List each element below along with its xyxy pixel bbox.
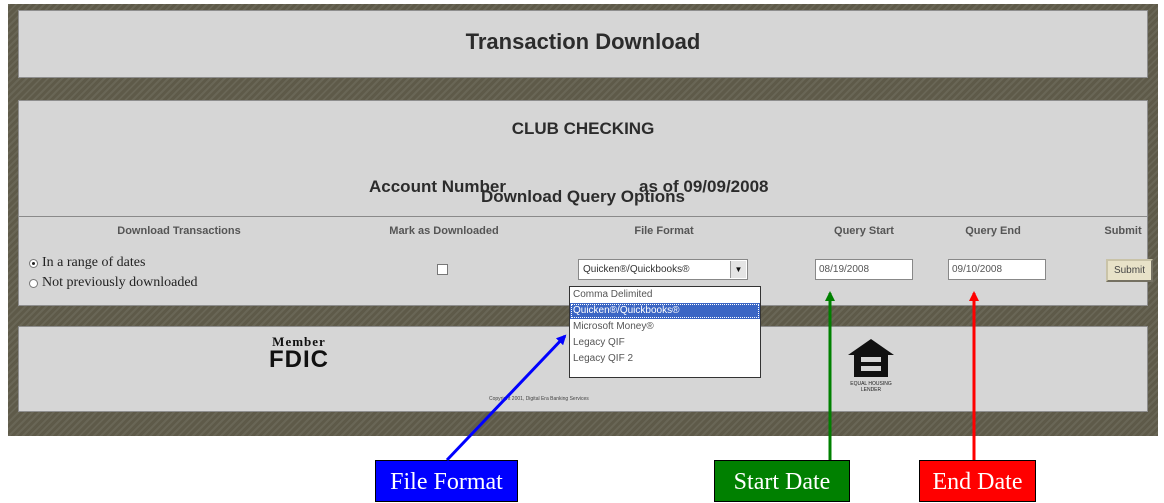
file-format-arrow [445, 334, 567, 462]
annotation-arrows [445, 291, 979, 462]
